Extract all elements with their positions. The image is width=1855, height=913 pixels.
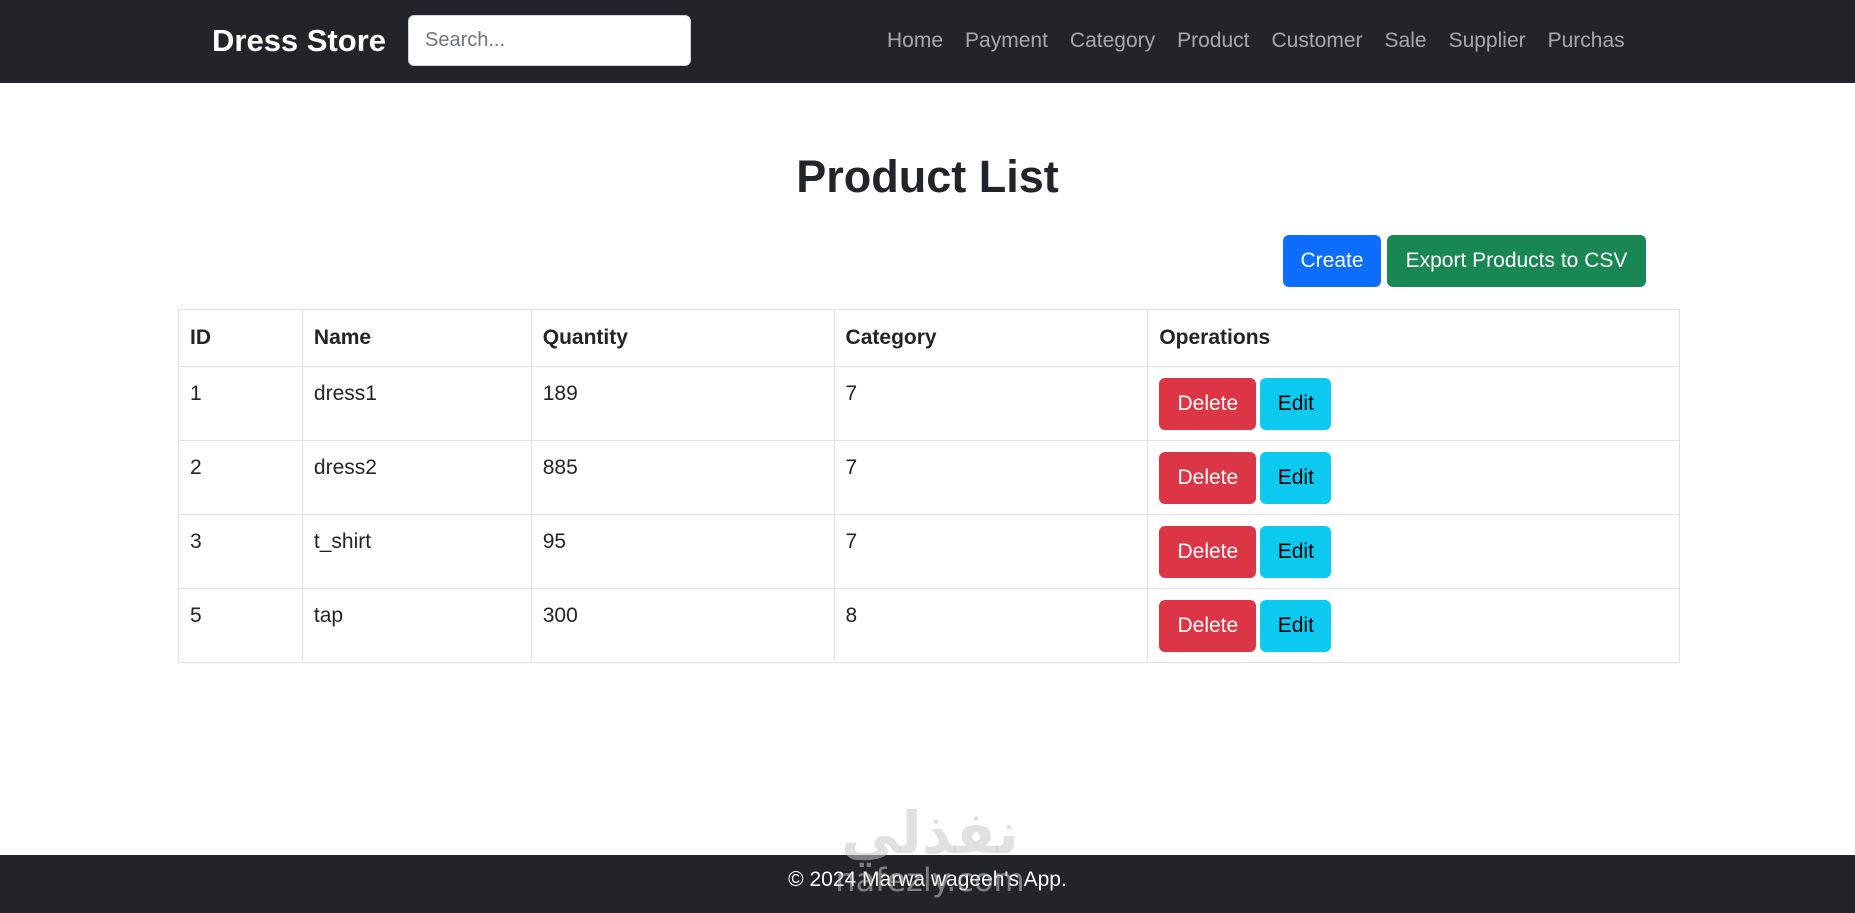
nav-item-product[interactable]: Product [1166,24,1260,60]
table-row: 1 dress1 189 7 Delete Edit [178,366,1680,441]
cell-id: 1 [178,366,303,441]
products-table: ID Name Quantity Category Operations 1 d… [178,309,1680,663]
cell-id: 5 [178,588,303,663]
table-row: 3 t_shirt 95 7 Delete Edit [178,514,1680,589]
page-title: Product List [796,151,1059,202]
column-header-id: ID [178,309,303,367]
footer-copyright: © 2024 Marwa wageeh's App. [788,868,1067,891]
cell-id: 3 [178,514,303,589]
edit-button[interactable]: Edit [1260,526,1332,578]
cell-name: tap [301,588,532,663]
cell-id: 2 [178,440,303,515]
cell-quantity: 885 [530,440,835,515]
nav-item-purchase[interactable]: Purchas [1537,24,1636,60]
cell-name: t_shirt [301,514,532,589]
edit-button[interactable]: Edit [1260,600,1332,652]
delete-button[interactable]: Delete [1159,600,1257,652]
page: Dress Store Home Payment Category Produc… [0,0,1855,913]
export-csv-button[interactable]: Export Products to CSV [1387,235,1646,287]
table-row: 2 dress2 885 7 Delete Edit [178,440,1680,515]
search-input[interactable] [408,15,691,66]
nav-item-sale[interactable]: Sale [1374,24,1438,60]
brand-logo[interactable]: Dress Store [212,20,386,62]
cell-operations: Delete Edit [1147,366,1680,441]
column-header-category: Category [833,309,1149,367]
table-row: 5 tap 300 8 Delete Edit [178,588,1680,663]
delete-button[interactable]: Delete [1159,378,1257,430]
edit-button[interactable]: Edit [1260,452,1332,504]
nav-item-payment[interactable]: Payment [954,24,1059,60]
cell-category: 7 [833,514,1149,589]
nav-item-customer[interactable]: Customer [1261,24,1374,60]
delete-button[interactable]: Delete [1159,526,1257,578]
nav-menu: Home Payment Category Product Customer S… [876,24,1636,60]
cell-name: dress1 [301,366,532,441]
cell-name: dress2 [301,440,532,515]
nav-item-category[interactable]: Category [1059,24,1166,60]
cell-category: 7 [833,366,1149,441]
table-header-row: ID Name Quantity Category Operations [178,309,1680,367]
cell-category: 7 [833,440,1149,515]
edit-button[interactable]: Edit [1260,378,1332,430]
cell-category: 8 [833,588,1149,663]
column-header-name: Name [301,309,532,367]
cell-quantity: 189 [530,366,835,441]
navbar: Dress Store Home Payment Category Produc… [0,0,1855,83]
column-header-operations: Operations [1147,309,1680,367]
cell-operations: Delete Edit [1147,514,1680,589]
cell-quantity: 95 [530,514,835,589]
nav-item-supplier[interactable]: Supplier [1438,24,1537,60]
footer: © 2024 Marwa wageeh's App. [0,855,1855,913]
nav-item-home[interactable]: Home [876,24,954,60]
cell-quantity: 300 [530,588,835,663]
create-button[interactable]: Create [1283,235,1381,287]
column-header-quantity: Quantity [530,309,835,367]
cell-operations: Delete Edit [1147,588,1680,663]
cell-operations: Delete Edit [1147,440,1680,515]
delete-button[interactable]: Delete [1159,452,1257,504]
